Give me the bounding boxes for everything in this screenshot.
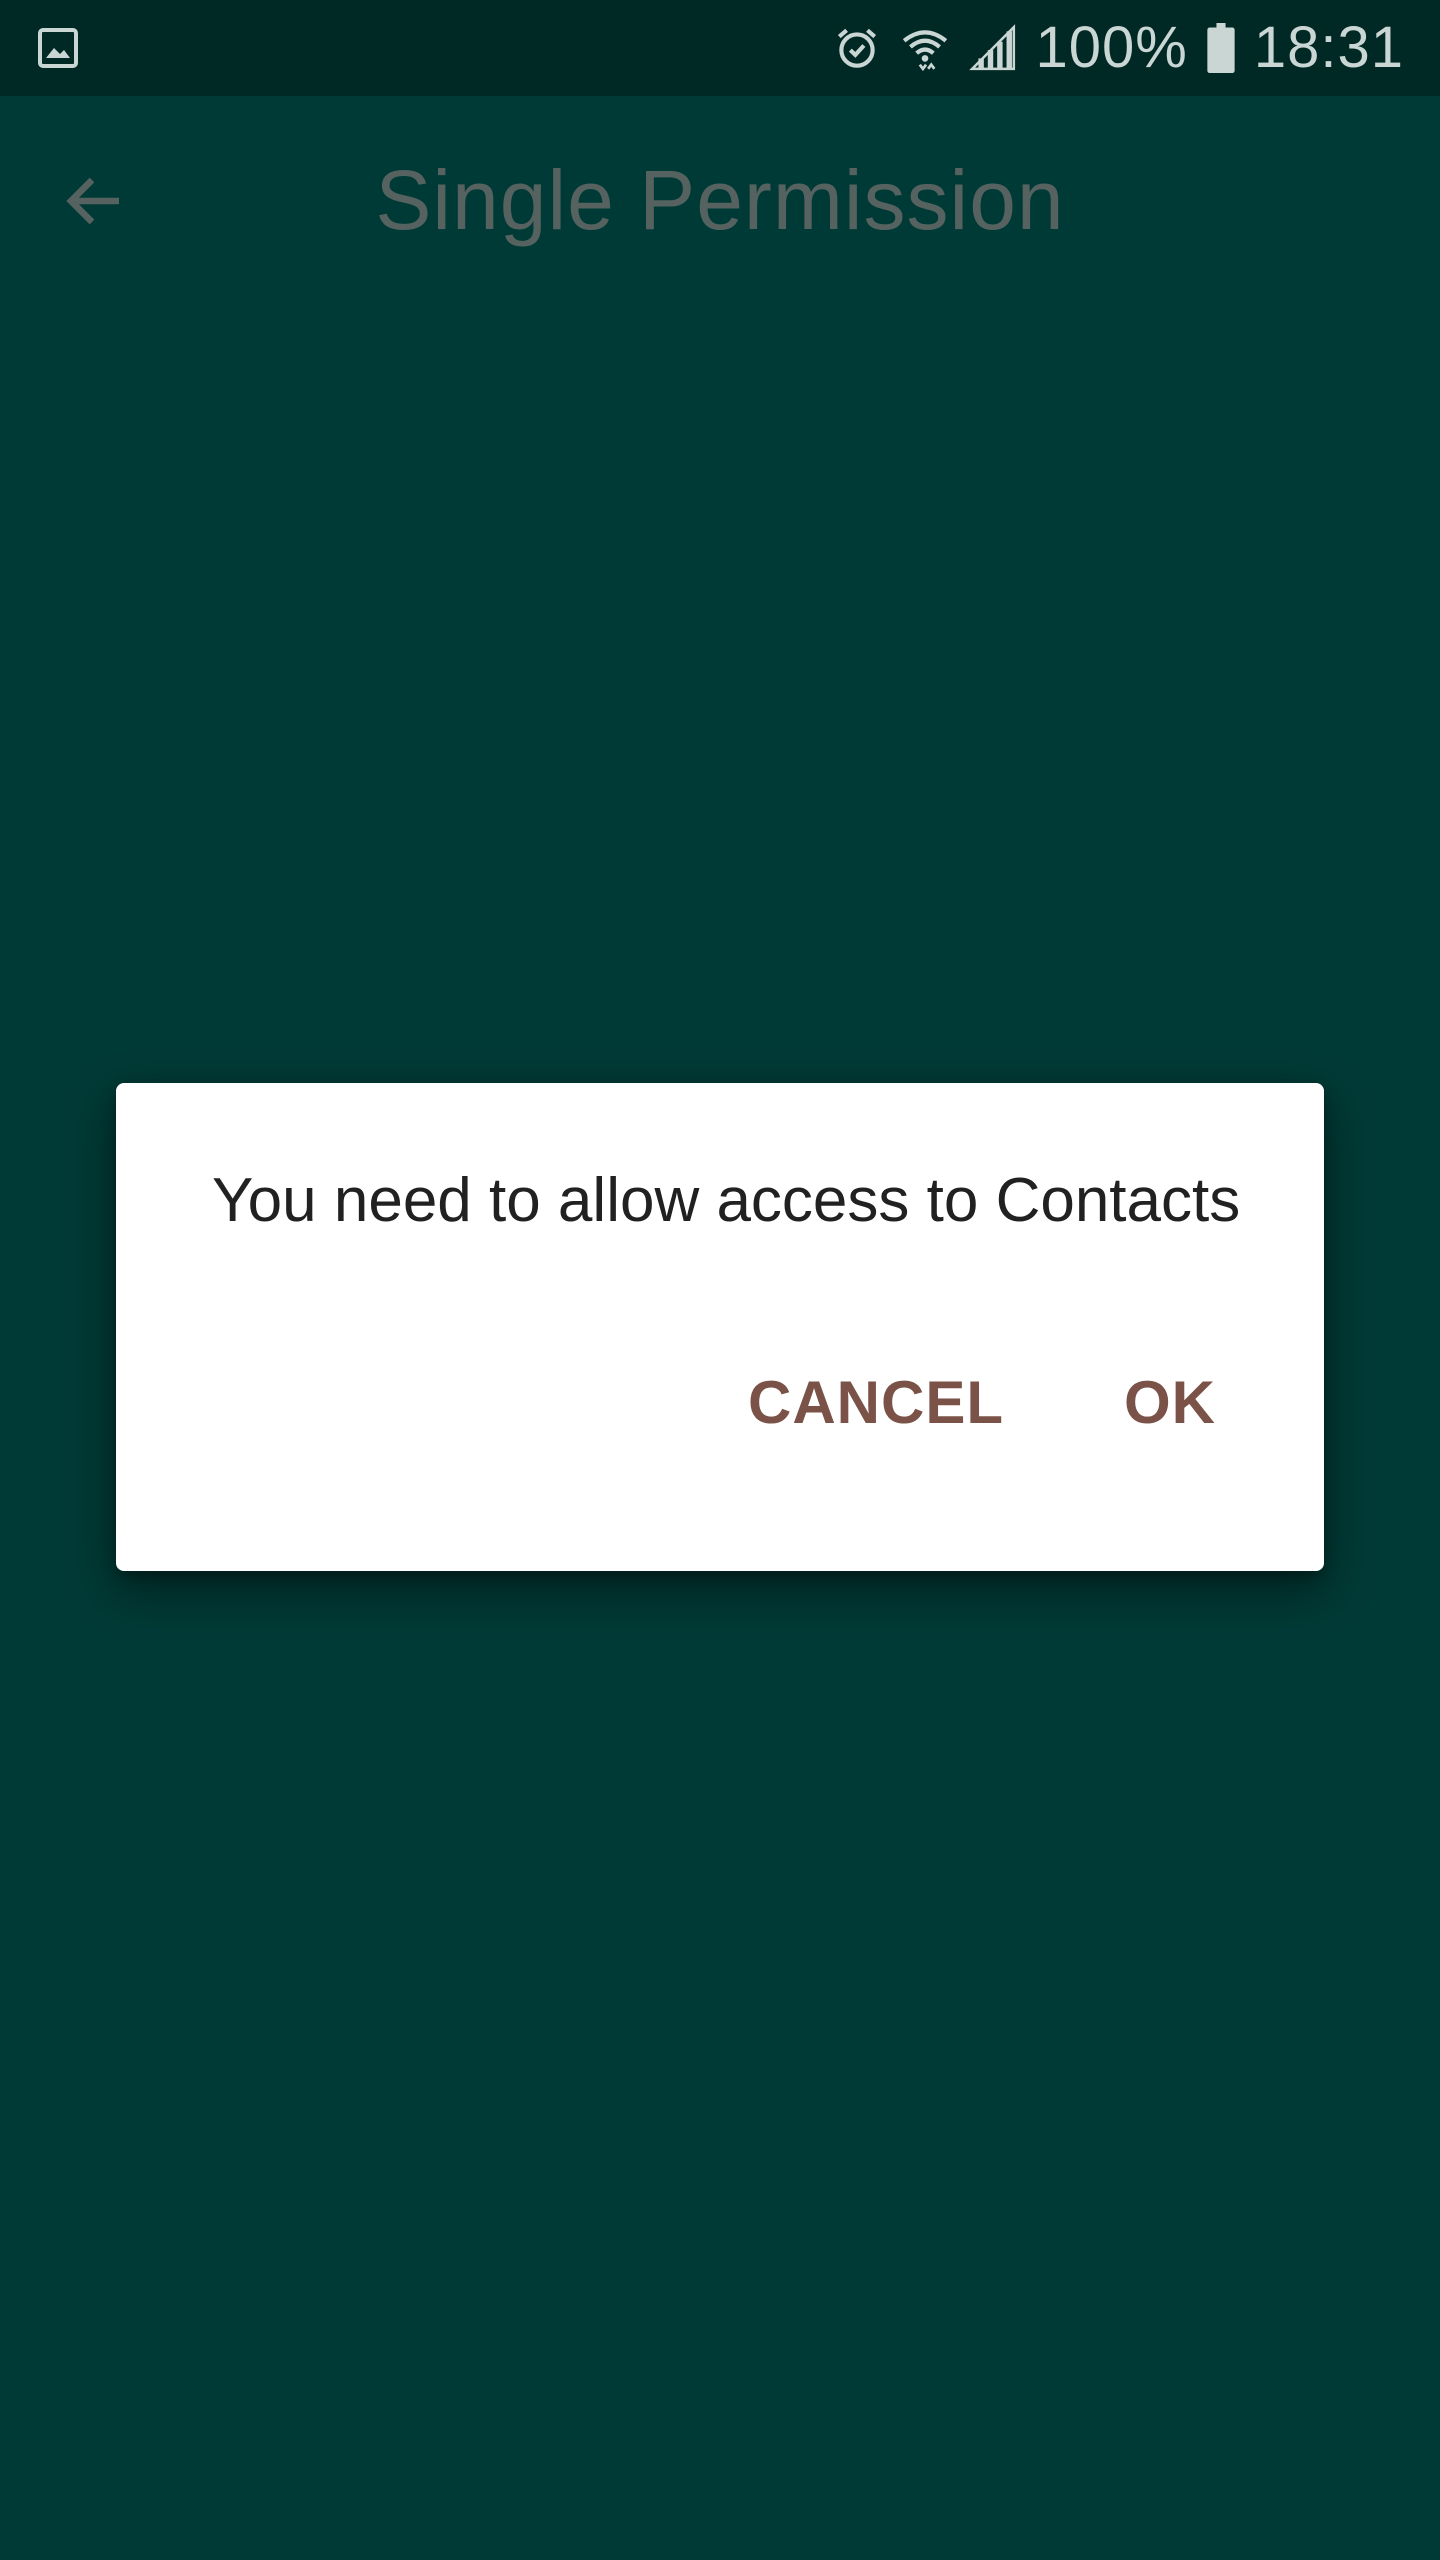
app-bar: Single Permission bbox=[0, 96, 1440, 324]
dialog-message: You need to allow access to Contacts bbox=[212, 1166, 1241, 1235]
battery-icon bbox=[1207, 23, 1235, 73]
wifi-icon bbox=[902, 30, 947, 72]
cancel-button[interactable]: CANCEL bbox=[748, 1373, 1004, 1433]
signal-icon bbox=[968, 24, 1015, 71]
battery-percent-label: 100% bbox=[1035, 15, 1188, 80]
ok-button[interactable]: OK bbox=[1124, 1373, 1216, 1433]
status-bar: 100% 18:31 bbox=[0, 0, 1440, 96]
alarm-icon bbox=[837, 28, 876, 68]
status-bar-right: 100% 18:31 bbox=[832, 0, 1405, 96]
page-title: Single Permission bbox=[375, 153, 1065, 247]
permission-dialog: You need to allow access to Contacts CAN… bbox=[116, 1083, 1324, 1571]
gallery-notification-icon bbox=[38, 28, 78, 68]
clock: 18:31 bbox=[1253, 15, 1404, 80]
dialog-actions: CANCEL OK bbox=[748, 1373, 1216, 1433]
